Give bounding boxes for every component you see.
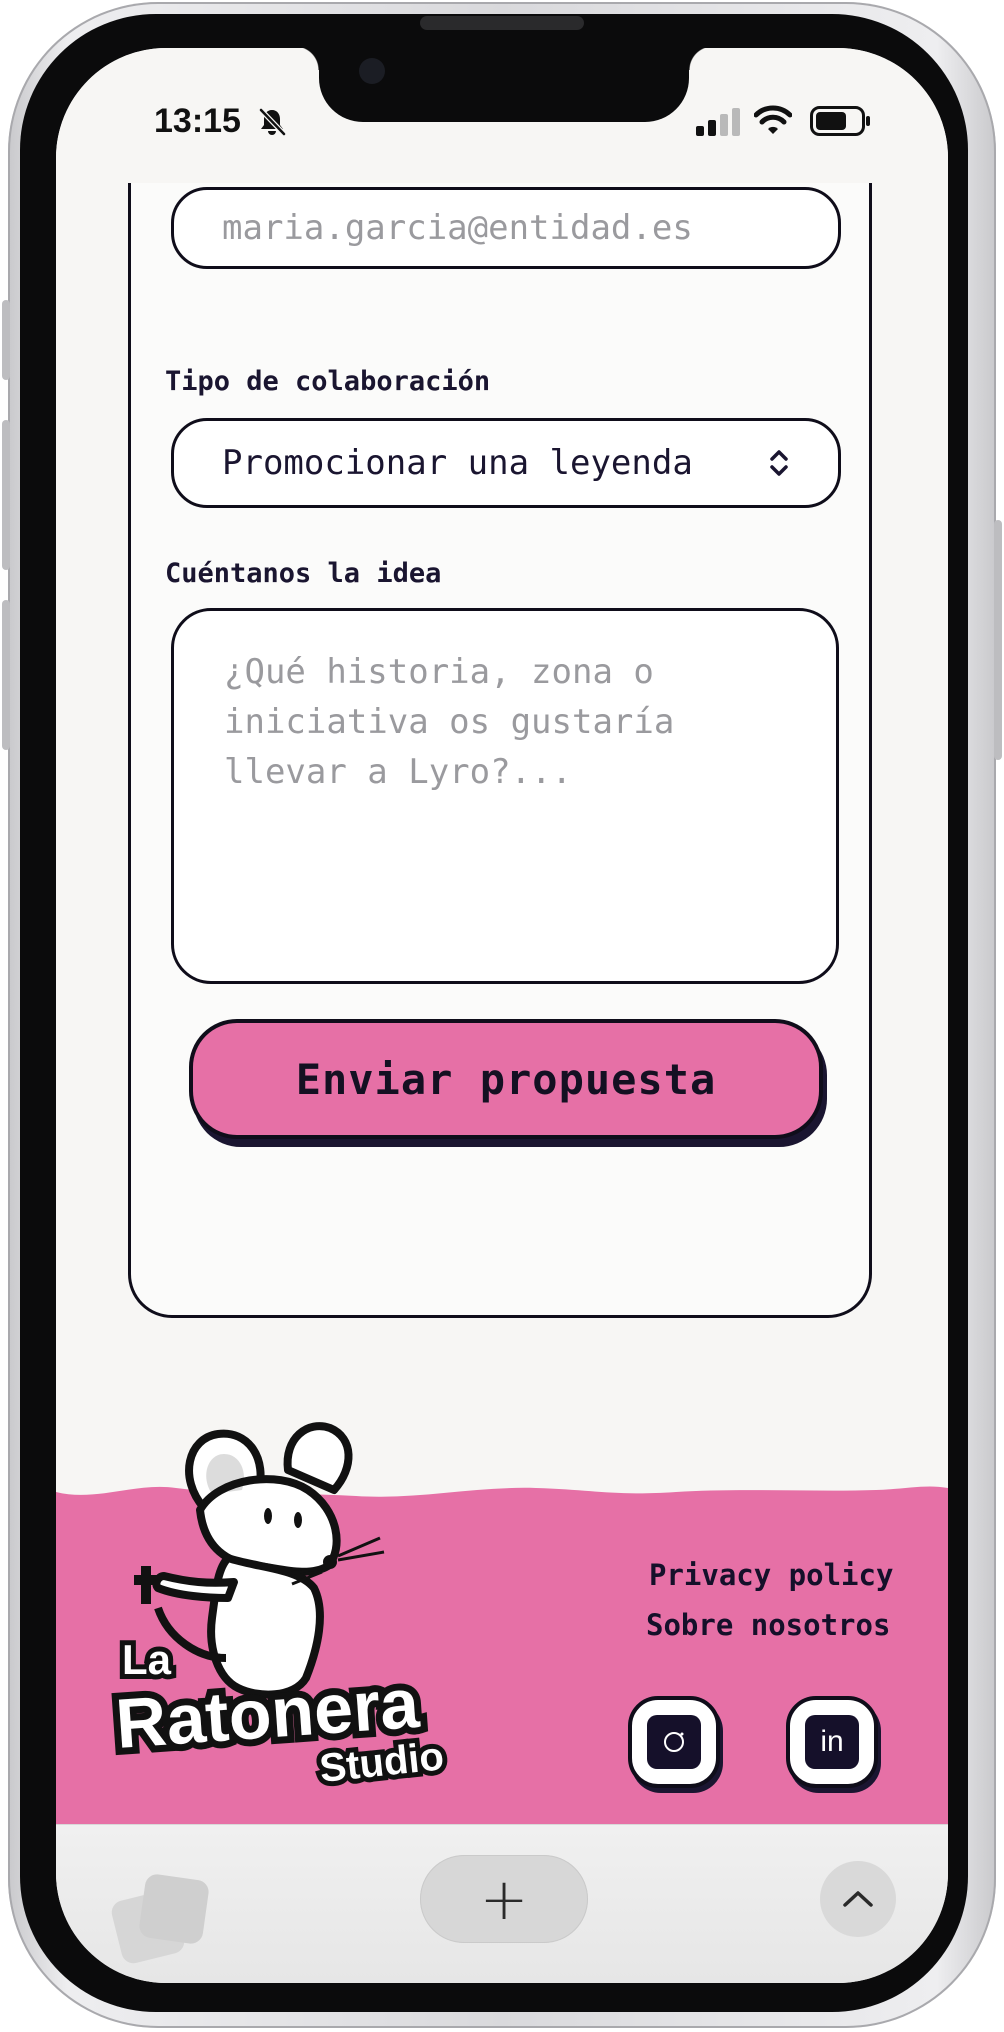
collab-type-selected: Promocionar una leyenda bbox=[222, 443, 693, 483]
cellular-signal-icon bbox=[696, 108, 740, 136]
browser-toolbar: + bbox=[56, 1824, 948, 1983]
instagram-button[interactable] bbox=[628, 1696, 720, 1788]
submit-proposal-button[interactable]: Enviar propuesta bbox=[189, 1019, 823, 1139]
notch bbox=[295, 48, 713, 122]
wifi-icon bbox=[754, 105, 792, 134]
screen: maria.garcia@entidad.es Tipo de colabora… bbox=[56, 48, 948, 1983]
linkedin-glyph: in bbox=[820, 1725, 844, 1758]
front-camera bbox=[359, 58, 385, 84]
instagram-icon bbox=[647, 1715, 701, 1769]
email-field[interactable]: maria.garcia@entidad.es bbox=[171, 187, 841, 269]
collab-type-select[interactable]: Promocionar una leyenda bbox=[171, 418, 841, 508]
submit-label: Enviar propuesta bbox=[295, 1054, 717, 1104]
brand-line-la-fill: La bbox=[122, 1636, 172, 1683]
chevron-up-down-icon bbox=[770, 450, 788, 476]
battery-icon bbox=[810, 106, 870, 136]
collaboration-form: maria.garcia@entidad.es Tipo de colabora… bbox=[128, 108, 872, 1318]
bell-slash-icon bbox=[259, 108, 286, 136]
scroll-up-button[interactable] bbox=[820, 1861, 896, 1937]
la-ratonera-studio-logo[interactable]: La La Ratonera Ratonera Studio Studio bbox=[108, 1398, 488, 1788]
collab-type-label: Tipo de colaboración bbox=[165, 366, 491, 397]
linkedin-button[interactable]: in bbox=[786, 1696, 878, 1788]
plus-icon: + bbox=[479, 1865, 529, 1933]
volume-up-button bbox=[2, 420, 10, 570]
instagram-glyph bbox=[664, 1732, 684, 1752]
email-value: maria.garcia@entidad.es bbox=[222, 208, 693, 248]
mute-switch bbox=[2, 300, 10, 380]
tabs-icon[interactable] bbox=[106, 1869, 216, 1969]
sobre-nosotros-link[interactable]: Sobre nosotros bbox=[646, 1608, 890, 1642]
new-tab-button[interactable]: + bbox=[420, 1855, 588, 1943]
idea-placeholder: ¿Qué historia, zona o iniciativa os gust… bbox=[224, 652, 675, 792]
volume-down-button bbox=[2, 600, 10, 750]
idea-textarea[interactable]: ¿Qué historia, zona o iniciativa os gust… bbox=[171, 608, 839, 984]
power-button bbox=[994, 520, 1002, 760]
privacy-policy-link[interactable]: Privacy policy bbox=[649, 1558, 893, 1592]
status-time: 13:15 bbox=[154, 102, 241, 140]
linkedin-icon: in bbox=[805, 1715, 859, 1769]
speaker-grille bbox=[420, 16, 584, 30]
idea-label: Cuéntanos la idea bbox=[165, 558, 442, 589]
chevron-up-icon bbox=[843, 1891, 873, 1907]
